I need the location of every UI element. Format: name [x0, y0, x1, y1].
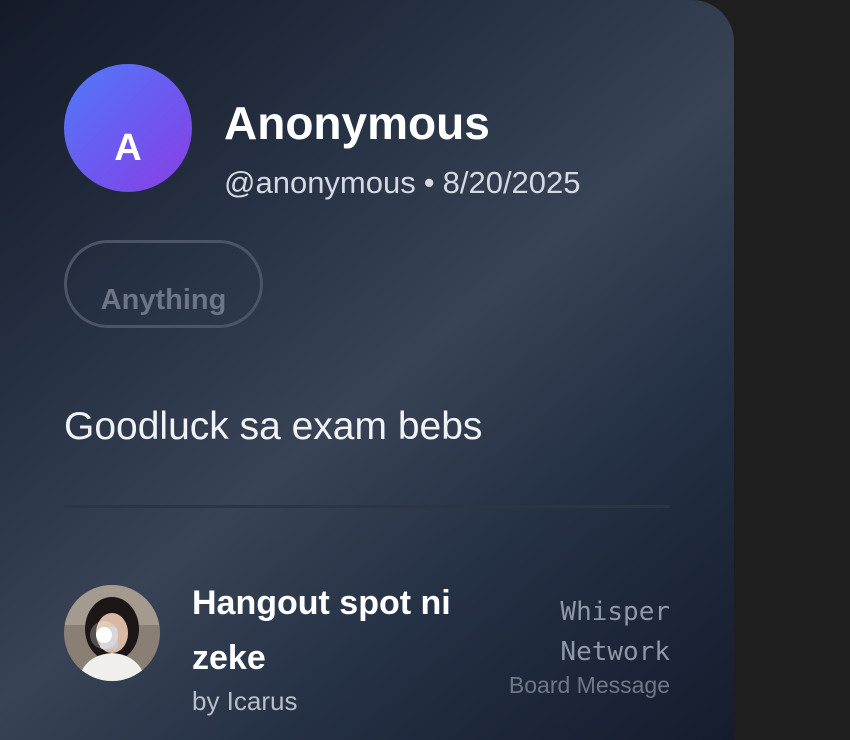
- message-card: A Anonymous @anonymous • 8/20/2025 Anythin…: [0, 0, 734, 740]
- category-tag-label: Anything: [100, 284, 227, 316]
- author-name: Anonymous: [224, 97, 490, 149]
- board-title: Hangout spot ni zeke: [192, 584, 451, 677]
- meta-separator: •: [423, 165, 435, 200]
- brand-name: Whisper Network: [560, 597, 670, 667]
- board-message-label: Board Message: [508, 672, 670, 698]
- avatar-initial: A: [114, 127, 142, 169]
- author-avatar: A: [64, 64, 192, 192]
- board-avatar: [64, 585, 160, 681]
- category-tag: Anything: [64, 240, 263, 328]
- post-date: 8/20/2025: [442, 165, 581, 200]
- message-text: Goodluck sa exam bebs: [64, 405, 483, 448]
- author-handle: @anonymous: [224, 165, 416, 200]
- post-meta: @anonymous • 8/20/2025: [224, 164, 581, 201]
- board-author: by Icarus: [192, 686, 298, 716]
- divider: [64, 505, 670, 508]
